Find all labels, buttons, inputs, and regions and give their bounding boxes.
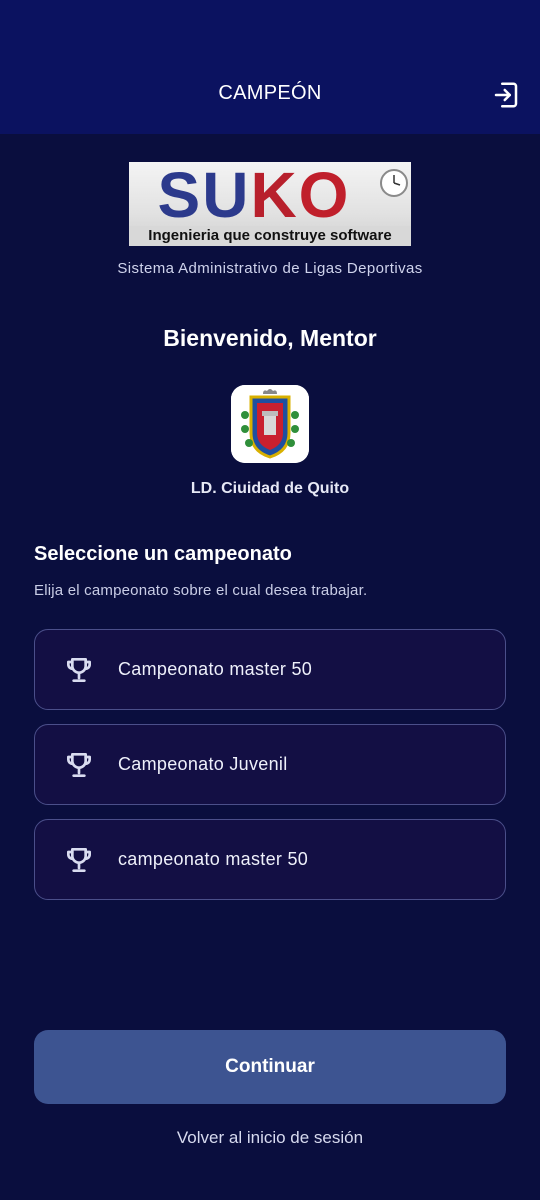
clock-icon [380, 169, 408, 197]
championship-option[interactable]: campeonato master 50 [34, 819, 506, 900]
logout-button[interactable] [488, 77, 524, 113]
championship-label: Campeonato master 50 [118, 659, 313, 679]
league-name: LD. Ciuidad de Quito [190, 480, 350, 497]
championship-label: campeonato master 50 [118, 849, 309, 869]
logo-letter: U [202, 162, 251, 231]
app-screen: CAMPEÓN SUKO Ingenieria que construye so… [0, 0, 540, 1200]
logo-letter: K [250, 162, 299, 231]
championship-list: Campeonato master 50 Campeonato Juvenil … [34, 629, 506, 914]
top-app-bar: CAMPEÓN [0, 0, 540, 134]
logo-letter: S [157, 162, 203, 231]
league-crest [231, 385, 309, 463]
back-to-login-link[interactable]: Volver al inicio de sesión [0, 1128, 540, 1148]
continue-button[interactable]: Continuar [34, 1030, 506, 1104]
page-title: CAMPEÓN [218, 82, 322, 104]
coat-of-arms-icon [231, 385, 309, 463]
championship-label: Campeonato Juvenil [118, 754, 288, 774]
logo-wordmark: SUKO [129, 162, 379, 228]
section-description: Elija el campeonato sobre el cual desea … [34, 582, 368, 599]
suko-logo: SUKO Ingenieria que construye software [129, 162, 411, 246]
championship-option[interactable]: Campeonato Juvenil [34, 724, 506, 805]
app-subtitle: Sistema Administrativo de Ligas Deportiv… [117, 260, 423, 277]
welcome-heading: Bienvenido, Mentor [163, 325, 377, 351]
logout-icon [494, 82, 518, 108]
logo-letter: O [298, 162, 351, 231]
trophy-icon [67, 848, 91, 872]
championship-option[interactable]: Campeonato master 50 [34, 629, 506, 710]
trophy-icon [67, 658, 91, 682]
trophy-icon [67, 753, 91, 777]
logo-tagline: Ingenieria que construye software [129, 226, 411, 246]
section-title: Seleccione un campeonato [34, 543, 292, 565]
